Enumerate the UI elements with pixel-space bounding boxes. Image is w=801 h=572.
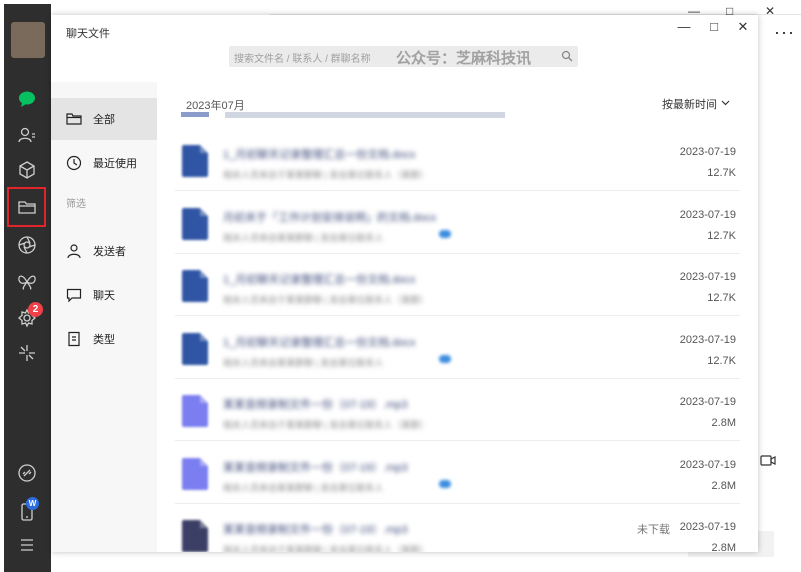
file-size: 2.8M: [711, 479, 736, 492]
nav-item-label: 聊天: [93, 290, 115, 302]
chat-link-icon: [439, 479, 451, 488]
file-date: 2023-07-19: [679, 521, 736, 533]
main-close-button[interactable]: ✕: [765, 4, 775, 18]
audio-file-icon: [182, 395, 208, 427]
chat-link-icon: [439, 354, 451, 363]
file-name[interactable]: 1_月初聊天记录整理汇总一份文档.docx: [223, 271, 533, 287]
filter-heading: 筛选: [66, 199, 86, 210]
file-list: 2023年07月 按最新时间 1_月初聊天记录整理汇总一份文档.docx 相关人员…: [157, 82, 758, 552]
sidebar: 2 W: [4, 4, 51, 572]
file-meta: 相关人员来自于某某群聊 | 发自某位联系人（某群）: [223, 170, 429, 180]
sparkle-icon[interactable]: [16, 342, 38, 364]
partial-row: [181, 112, 505, 118]
file-size: 12.7K: [707, 354, 736, 367]
sort-dropdown[interactable]: 按最新时间: [662, 96, 717, 112]
dialog-close-button[interactable]: ✕: [733, 19, 753, 35]
search-icon[interactable]: [561, 50, 573, 62]
download-status: 未下载: [637, 524, 670, 536]
avatar[interactable]: [11, 22, 45, 58]
nav-item-label: 发送者: [93, 246, 126, 258]
file-row[interactable]: 某某音频录制文件一份（07-19）.mp3 相关人员来自于某某群聊 | 发自某位联…: [175, 378, 740, 441]
nav-item-all[interactable]: 全部: [51, 98, 157, 140]
file-row[interactable]: 1_月初聊天记录整理汇总一份文档.docx 相关人员来自于某某群聊 | 发自某位联…: [175, 253, 740, 316]
person-icon: [67, 244, 81, 259]
link-icon[interactable]: [16, 462, 38, 484]
nav-item-sender[interactable]: 发送者: [51, 230, 157, 272]
dialog-maximize-button[interactable]: □: [704, 19, 724, 34]
file-name[interactable]: 1_月初聊天记录整理汇总一份文档.docx: [223, 334, 533, 350]
phone-status-badge: W: [26, 497, 39, 510]
audio-file-icon: [182, 457, 208, 490]
chat-files-dialog: 聊天文件 — □ ✕ 搜索文件名 / 联系人 / 群聊名称 公众号：芝麻科技讯 …: [51, 15, 758, 552]
file-size: 12.7K: [707, 292, 736, 304]
menu-icon[interactable]: [16, 534, 38, 556]
word-file-icon: [182, 270, 208, 302]
chat-icon[interactable]: [16, 88, 38, 110]
cube-icon[interactable]: [16, 159, 38, 181]
file-name[interactable]: 某某音频录制文件一份（07-19）.mp3: [223, 396, 533, 412]
main-window-titlebar: — □ ✕: [270, 0, 801, 18]
file-row[interactable]: 1_月初聊天记录整理汇总一份文档.docx 相关人员来自于某某群聊 | 发自某位联…: [175, 128, 740, 191]
file-name[interactable]: 1_月初聊天记录整理汇总一份文档.docx: [223, 146, 533, 162]
clock-icon: [66, 155, 82, 171]
dialog-minimize-button[interactable]: —: [674, 19, 694, 34]
file-row[interactable]: 1_月初聊天记录整理汇总一份文档.docx 相关人员来自某某群聊 | 发自某位联系…: [175, 316, 740, 379]
file-row[interactable]: 月初关于「工作计划安排说明」的文档.docx 相关人员来自某某群聊 | 发自某位联…: [175, 191, 740, 254]
folder-highlight-box: [7, 187, 46, 227]
word-file-icon: [182, 145, 208, 177]
month-header: 2023年07月: [186, 100, 245, 112]
file-size: 12.7K: [707, 229, 736, 242]
contacts-icon[interactable]: [16, 124, 38, 146]
file-meta: 相关人员来自于某某群聊 | 发自某位联系人（某群）: [223, 420, 429, 430]
aperture-icon[interactable]: [16, 234, 38, 256]
document-icon: [68, 331, 80, 347]
butterfly-icon[interactable]: [16, 271, 38, 293]
nav-item-recent[interactable]: 最近使用: [51, 142, 157, 184]
file-row[interactable]: 某某音频录制文件一份（07-19）.mp3 相关人员来自某某群聊 | 发自某位联系…: [175, 441, 740, 504]
file-nav: 全部 最近使用 筛选 发送者 聊天 类型: [51, 82, 157, 552]
folder-icon: [66, 113, 82, 125]
search-placeholder: 搜索文件名 / 联系人 / 群聊名称: [234, 54, 371, 65]
file-date: 2023-07-19: [679, 333, 736, 346]
nav-item-label: 最近使用: [93, 158, 137, 170]
watermark: 公众号：芝麻科技讯: [396, 50, 532, 67]
file-date: 2023-07-19: [679, 271, 736, 283]
word-file-icon: [182, 207, 208, 240]
file-row[interactable]: 某某音频录制文件一份（07-19）.mp3 相关人员来自于某某群聊 | 发自某位联…: [175, 503, 740, 552]
notification-badge: 2: [28, 302, 43, 317]
file-name[interactable]: 某某音频录制文件一份（07-19）.mp3: [223, 521, 533, 537]
chat-link-icon: [439, 229, 451, 238]
file-name[interactable]: 月初关于「工作计划安排说明」的文档.docx: [223, 209, 533, 225]
file-date: 2023-07-19: [679, 208, 736, 221]
nav-item-label: 全部: [93, 114, 115, 126]
more-horizontal-icon[interactable]: ···: [774, 22, 795, 43]
file-date: 2023-07-19: [679, 146, 736, 158]
file-name[interactable]: 某某音频录制文件一份（07-19）.mp3: [223, 459, 533, 475]
archive-file-icon: [182, 520, 208, 552]
file-size: 2.8M: [711, 542, 736, 552]
nav-item-label: 类型: [93, 334, 115, 346]
chat-bubble-icon: [66, 288, 82, 303]
nav-item-chat[interactable]: 聊天: [51, 274, 157, 316]
video-call-icon[interactable]: [760, 455, 776, 466]
file-date: 2023-07-19: [679, 396, 736, 408]
file-date: 2023-07-19: [679, 458, 736, 471]
file-meta: 相关人员来自于某某群聊 | 发自某位联系人（某群）: [223, 545, 429, 552]
nav-item-type[interactable]: 类型: [51, 318, 157, 360]
chevron-down-icon[interactable]: [721, 98, 730, 107]
word-file-icon: [182, 332, 208, 365]
file-meta: 相关人员来自于某某群聊 | 发自某位联系人（某群）: [223, 295, 429, 305]
file-size: 12.7K: [707, 167, 736, 179]
file-size: 2.8M: [711, 417, 736, 429]
dialog-title: 聊天文件: [66, 28, 110, 40]
